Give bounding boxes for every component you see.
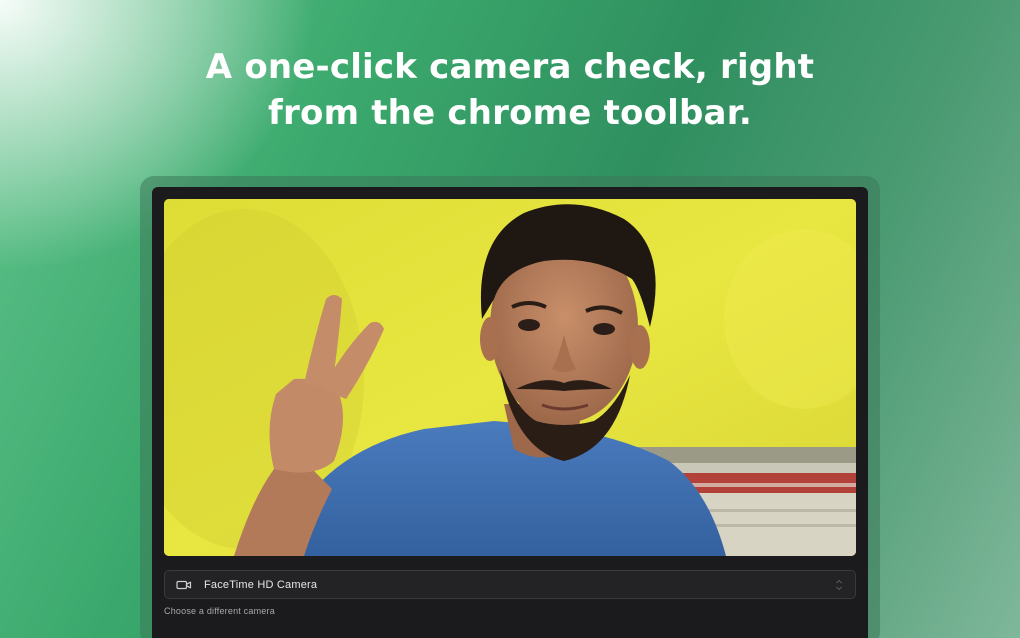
camera-preview-image: [164, 199, 856, 556]
camera-select-hint: Choose a different camera: [164, 606, 275, 616]
headline-line-2: from the chrome toolbar.: [268, 93, 752, 133]
camera-preview: [164, 199, 856, 556]
camera-select[interactable]: FaceTime HD Camera: [164, 570, 856, 599]
headline-line-1: A one-click camera check, right: [205, 47, 815, 87]
camera-select-value: FaceTime HD Camera: [204, 578, 318, 591]
chevron-up-down-icon: [835, 578, 843, 592]
headline: A one-click camera check, right from the…: [0, 44, 1020, 136]
video-camera-icon: [176, 579, 192, 591]
